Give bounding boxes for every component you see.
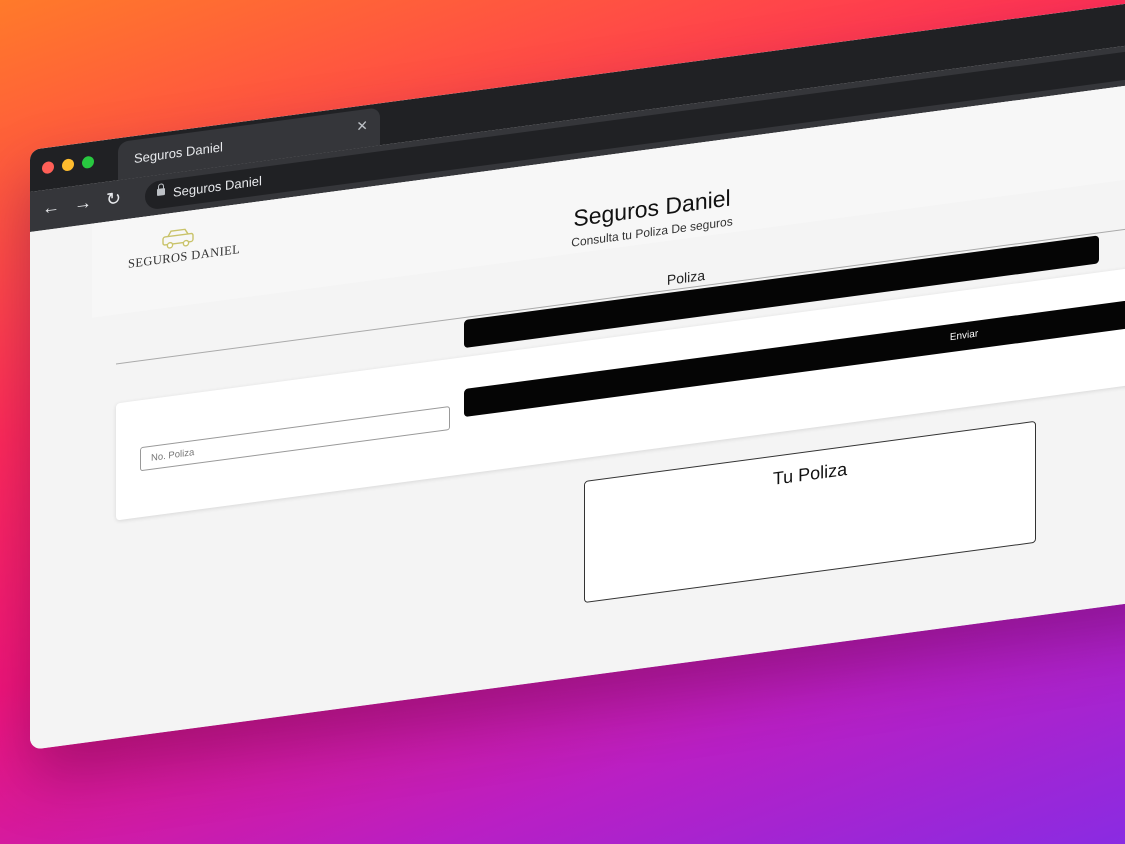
- lock-icon: [157, 187, 165, 197]
- screenshot-stage: Seguros Daniel ✕ ← → ↻ Seguros Daniel SE…: [0, 0, 1125, 844]
- close-window-button[interactable]: [42, 160, 54, 175]
- reload-icon[interactable]: ↻: [106, 188, 121, 211]
- tab-title: Seguros Daniel: [134, 139, 223, 167]
- close-tab-icon[interactable]: ✕: [356, 117, 368, 136]
- poliza-number-input[interactable]: [140, 405, 450, 472]
- car-icon: [162, 228, 194, 249]
- minimize-window-button[interactable]: [62, 158, 74, 172]
- browser-window: Seguros Daniel ✕ ← → ↻ Seguros Daniel SE…: [30, 0, 1125, 751]
- back-icon[interactable]: ←: [42, 196, 60, 219]
- window-controls: [42, 155, 94, 175]
- address-text: Seguros Daniel: [173, 173, 262, 200]
- forward-icon[interactable]: →: [74, 192, 92, 215]
- maximize-window-button[interactable]: [82, 155, 94, 170]
